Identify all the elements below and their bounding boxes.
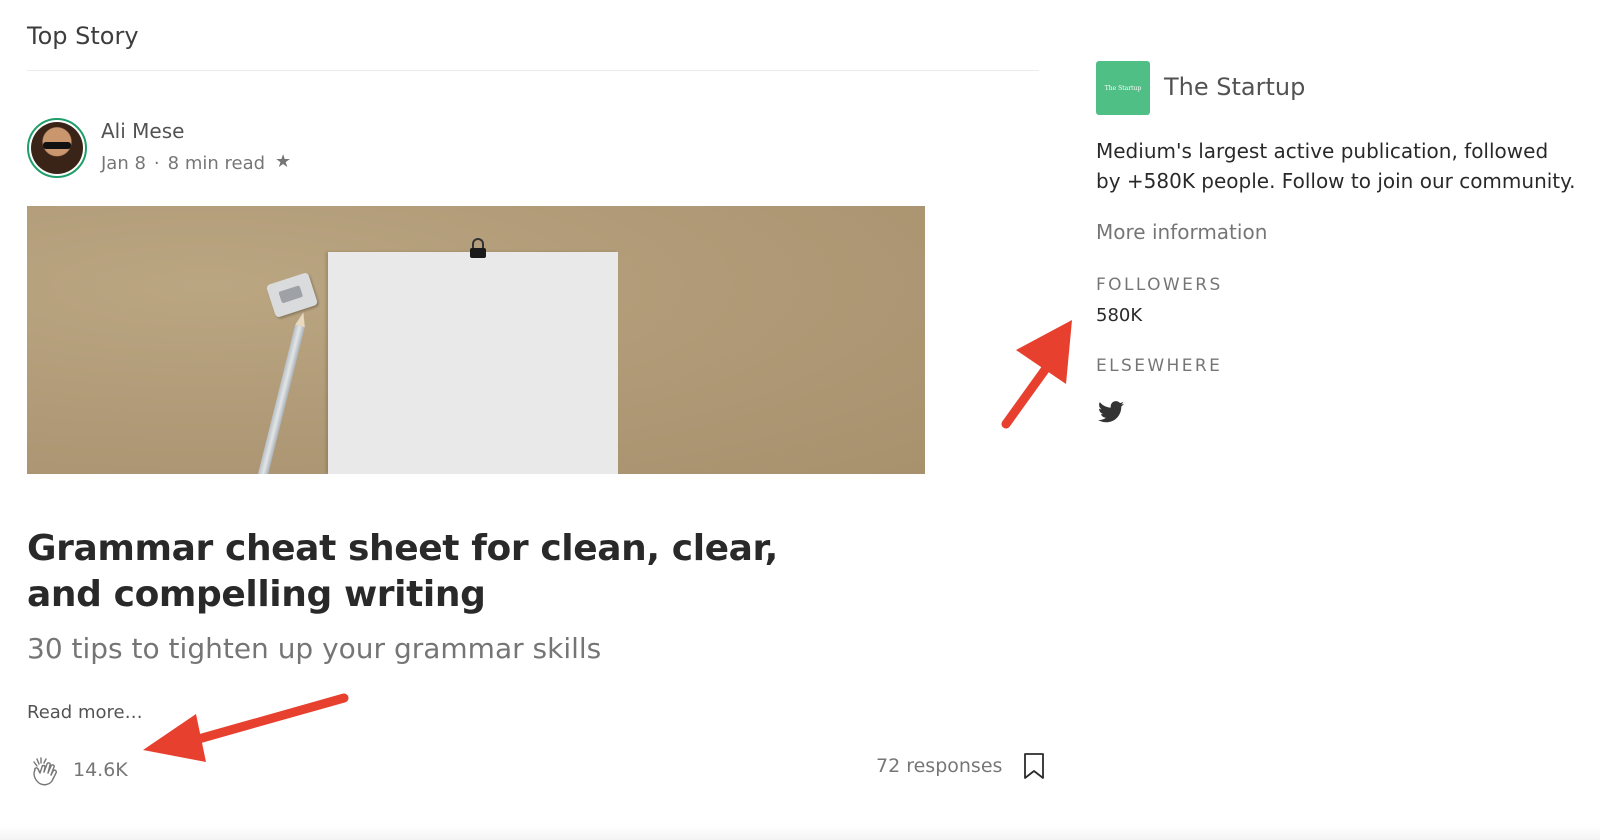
pencil [254,324,305,474]
more-information-link[interactable]: More information [1096,220,1267,244]
post-title[interactable]: Grammar cheat sheet for clean, clear, an… [27,526,787,618]
meta-separator: · [153,153,160,174]
star-icon: ★ [275,151,292,172]
post-actions: 72 responses [876,752,1046,780]
clap-icon[interactable] [27,752,63,788]
author-meta: Ali Mese Jan 8 · 8 min read ★ [101,118,291,174]
read-time: 8 min read [167,153,266,174]
pencil-sharpener [265,272,319,318]
paper-sheet [328,252,618,474]
read-more-link[interactable]: Read more… [27,702,143,723]
post-hero-image[interactable] [27,206,925,474]
binder-clip [468,238,488,260]
section-divider [27,70,1039,71]
author-name[interactable]: Ali Mese [101,119,291,143]
publication-logo-text: The Startup [1104,84,1142,92]
publication-description: Medium's largest active publication, fol… [1096,139,1576,193]
arrow-to-followers [1001,320,1072,429]
publication-logo[interactable]: The Startup [1096,61,1150,115]
author-block: Ali Mese Jan 8 · 8 min read ★ [27,118,291,178]
followers-label: FOLLOWERS [1096,275,1223,295]
responses-link[interactable]: 72 responses [876,755,1002,777]
post-meta: Jan 8 · 8 min read ★ [101,151,292,174]
followers-count: 580K [1096,305,1143,326]
post-subtitle[interactable]: 30 tips to tighten up your grammar skill… [27,632,601,665]
elsewhere-label: ELSEWHERE [1096,356,1223,376]
bookmark-icon[interactable] [1022,752,1046,780]
section-title: Top Story [27,22,139,50]
clap-area: 14.6K [27,752,128,788]
arrow-to-claps [143,693,349,762]
publication-name[interactable]: The Startup [1164,73,1305,101]
author-avatar[interactable] [27,118,87,178]
post-date[interactable]: Jan 8 [101,153,146,174]
clap-count: 14.6K [73,759,128,781]
avatar-photo [31,122,83,174]
twitter-icon[interactable] [1098,401,1124,423]
bottom-edge [0,826,1600,840]
